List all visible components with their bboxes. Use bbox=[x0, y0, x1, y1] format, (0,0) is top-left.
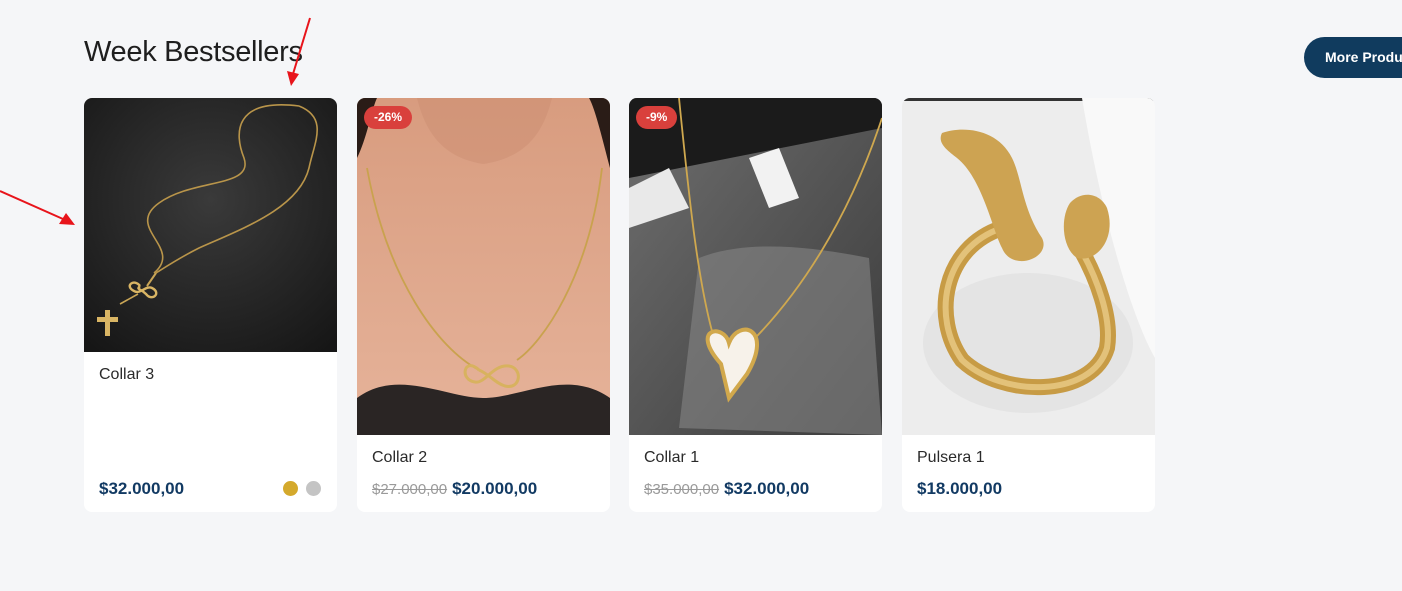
product-price: $18.000,00 bbox=[917, 479, 1003, 498]
product-price: $20.000,00 bbox=[452, 479, 538, 498]
price-row: $18.000,00 bbox=[917, 479, 1002, 499]
product-price: $32.000,00 bbox=[724, 479, 810, 498]
more-products-button[interactable]: More Products bbox=[1304, 37, 1402, 78]
discount-badge: -26% bbox=[364, 106, 413, 129]
swatch-gold[interactable] bbox=[283, 481, 298, 496]
product-name[interactable]: Collar 3 bbox=[99, 366, 154, 384]
old-price: $27.000,00 bbox=[372, 481, 448, 498]
product-price: $32.000,00 bbox=[99, 479, 185, 498]
product-name[interactable]: Pulsera 1 bbox=[917, 449, 985, 467]
product-name[interactable]: Collar 2 bbox=[372, 449, 427, 467]
price-row: $27.000,00 $20.000,00 bbox=[372, 479, 537, 499]
old-price: $35.000,00 bbox=[644, 481, 720, 498]
product-image[interactable] bbox=[84, 98, 337, 352]
product-name[interactable]: Collar 1 bbox=[644, 449, 699, 467]
product-card[interactable]: Collar 3 $32.000,00 bbox=[84, 98, 337, 512]
product-image[interactable] bbox=[902, 98, 1155, 435]
product-image[interactable]: -9% bbox=[629, 98, 882, 435]
section-title: Week Bestsellers bbox=[84, 36, 303, 68]
price-row: $35.000,00 $32.000,00 bbox=[644, 479, 809, 499]
product-card[interactable]: -9% Collar 1 $35.000,00 $32.000,00 bbox=[629, 98, 882, 512]
product-image[interactable]: -26% bbox=[357, 98, 610, 435]
discount-badge: -9% bbox=[636, 106, 678, 129]
price-row: $32.000,00 bbox=[99, 479, 184, 499]
swatch-silver[interactable] bbox=[306, 481, 321, 496]
product-card[interactable]: Pulsera 1 $18.000,00 bbox=[902, 98, 1155, 512]
product-card[interactable]: -26% Collar 2 $27.000,00 $20.000,00 bbox=[357, 98, 610, 512]
